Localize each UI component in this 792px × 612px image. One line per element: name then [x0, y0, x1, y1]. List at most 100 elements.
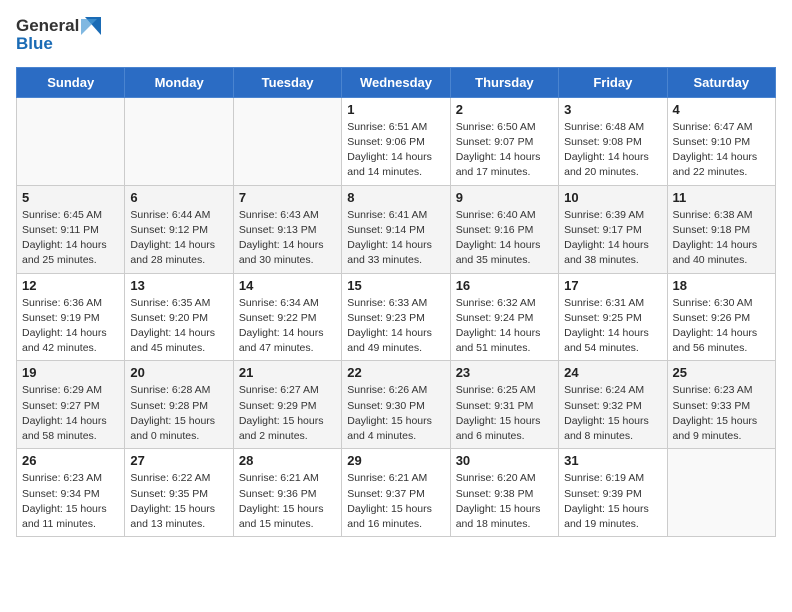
- day-info: Sunrise: 6:23 AM Sunset: 9:34 PM Dayligh…: [22, 471, 119, 532]
- calendar-week-row: 19Sunrise: 6:29 AM Sunset: 9:27 PM Dayli…: [17, 361, 776, 449]
- day-info: Sunrise: 6:39 AM Sunset: 9:17 PM Dayligh…: [564, 208, 661, 269]
- day-number: 27: [130, 453, 227, 468]
- day-info: Sunrise: 6:24 AM Sunset: 9:32 PM Dayligh…: [564, 383, 661, 444]
- day-info: Sunrise: 6:36 AM Sunset: 9:19 PM Dayligh…: [22, 296, 119, 357]
- weekday-header-wednesday: Wednesday: [342, 67, 450, 97]
- day-info: Sunrise: 6:28 AM Sunset: 9:28 PM Dayligh…: [130, 383, 227, 444]
- day-info: Sunrise: 6:23 AM Sunset: 9:33 PM Dayligh…: [673, 383, 770, 444]
- calendar-cell: 16 Sunrise: 6:32 AM Sunset: 9:24 PM Dayli…: [450, 273, 558, 361]
- calendar-cell: 27 Sunrise: 6:22 AM Sunset: 9:35 PM Dayli…: [125, 449, 233, 537]
- calendar-cell: [667, 449, 775, 537]
- calendar-cell: 28 Sunrise: 6:21 AM Sunset: 9:36 PM Dayli…: [233, 449, 341, 537]
- logo-blue: Blue: [16, 34, 101, 54]
- weekday-header-row: SundayMondayTuesdayWednesdayThursdayFrid…: [17, 67, 776, 97]
- day-number: 19: [22, 365, 119, 380]
- day-number: 15: [347, 278, 444, 293]
- day-number: 30: [456, 453, 553, 468]
- weekday-header-saturday: Saturday: [667, 67, 775, 97]
- calendar-cell: 7 Sunrise: 6:43 AM Sunset: 9:13 PM Daylig…: [233, 185, 341, 273]
- day-info: Sunrise: 6:51 AM Sunset: 9:06 PM Dayligh…: [347, 120, 444, 181]
- calendar-cell: 30Sunrise: 6:20 AM Sunset: 9:38 PM Dayli…: [450, 449, 558, 537]
- day-info: Sunrise: 6:25 AM Sunset: 9:31 PM Dayligh…: [456, 383, 553, 444]
- day-number: 28: [239, 453, 336, 468]
- day-info: Sunrise: 6:30 AM Sunset: 9:26 PM Dayligh…: [673, 296, 770, 357]
- calendar-cell: [233, 97, 341, 185]
- day-info: Sunrise: 6:41 AM Sunset: 9:14 PM Dayligh…: [347, 208, 444, 269]
- day-number: 6: [130, 190, 227, 205]
- day-info: Sunrise: 6:26 AM Sunset: 9:30 PM Dayligh…: [347, 383, 444, 444]
- weekday-header-friday: Friday: [559, 67, 667, 97]
- day-number: 1: [347, 102, 444, 117]
- day-info: Sunrise: 6:47 AM Sunset: 9:10 PM Dayligh…: [673, 120, 770, 181]
- day-number: 9: [456, 190, 553, 205]
- day-number: 7: [239, 190, 336, 205]
- day-number: 21: [239, 365, 336, 380]
- day-number: 29: [347, 453, 444, 468]
- day-number: 4: [673, 102, 770, 117]
- day-number: 24: [564, 365, 661, 380]
- calendar-cell: 6Sunrise: 6:44 AM Sunset: 9:12 PM Daylig…: [125, 185, 233, 273]
- logo: General Blue: [16, 16, 101, 55]
- day-info: Sunrise: 6:48 AM Sunset: 9:08 PM Dayligh…: [564, 120, 661, 181]
- page-header: General Blue: [16, 16, 776, 55]
- calendar-cell: [125, 97, 233, 185]
- day-info: Sunrise: 6:38 AM Sunset: 9:18 PM Dayligh…: [673, 208, 770, 269]
- day-number: 11: [673, 190, 770, 205]
- day-info: Sunrise: 6:21 AM Sunset: 9:36 PM Dayligh…: [239, 471, 336, 532]
- day-info: Sunrise: 6:33 AM Sunset: 9:23 PM Dayligh…: [347, 296, 444, 357]
- day-info: Sunrise: 6:34 AM Sunset: 9:22 PM Dayligh…: [239, 296, 336, 357]
- logo-text: General Blue: [16, 16, 101, 55]
- weekday-header-thursday: Thursday: [450, 67, 558, 97]
- calendar-cell: 8Sunrise: 6:41 AM Sunset: 9:14 PM Daylig…: [342, 185, 450, 273]
- day-number: 25: [673, 365, 770, 380]
- calendar-cell: 22 Sunrise: 6:26 AM Sunset: 9:30 PM Dayli…: [342, 361, 450, 449]
- weekday-header-sunday: Sunday: [17, 67, 125, 97]
- logo-triangle-icon: [81, 17, 101, 35]
- day-number: 22: [347, 365, 444, 380]
- calendar-cell: 17Sunrise: 6:31 AM Sunset: 9:25 PM Dayli…: [559, 273, 667, 361]
- day-number: 5: [22, 190, 119, 205]
- day-info: Sunrise: 6:32 AM Sunset: 9:24 PM Dayligh…: [456, 296, 553, 357]
- calendar-cell: 5 Sunrise: 6:45 AM Sunset: 9:11 PM Daylig…: [17, 185, 125, 273]
- logo-general: General: [16, 16, 79, 36]
- calendar-week-row: 12 Sunrise: 6:36 AM Sunset: 9:19 PM Dayli…: [17, 273, 776, 361]
- calendar-cell: 18 Sunrise: 6:30 AM Sunset: 9:26 PM Dayli…: [667, 273, 775, 361]
- calendar-cell: 15 Sunrise: 6:33 AM Sunset: 9:23 PM Dayli…: [342, 273, 450, 361]
- calendar-cell: 9 Sunrise: 6:40 AM Sunset: 9:16 PM Daylig…: [450, 185, 558, 273]
- calendar-cell: 14 Sunrise: 6:34 AM Sunset: 9:22 PM Dayli…: [233, 273, 341, 361]
- calendar-cell: 24 Sunrise: 6:24 AM Sunset: 9:32 PM Dayli…: [559, 361, 667, 449]
- day-info: Sunrise: 6:40 AM Sunset: 9:16 PM Dayligh…: [456, 208, 553, 269]
- calendar-cell: 4 Sunrise: 6:47 AM Sunset: 9:10 PM Daylig…: [667, 97, 775, 185]
- day-info: Sunrise: 6:43 AM Sunset: 9:13 PM Dayligh…: [239, 208, 336, 269]
- day-info: Sunrise: 6:22 AM Sunset: 9:35 PM Dayligh…: [130, 471, 227, 532]
- day-number: 18: [673, 278, 770, 293]
- calendar-cell: 1 Sunrise: 6:51 AM Sunset: 9:06 PM Daylig…: [342, 97, 450, 185]
- weekday-header-monday: Monday: [125, 67, 233, 97]
- calendar-cell: 23Sunrise: 6:25 AM Sunset: 9:31 PM Dayli…: [450, 361, 558, 449]
- day-number: 12: [22, 278, 119, 293]
- day-number: 16: [456, 278, 553, 293]
- weekday-header-tuesday: Tuesday: [233, 67, 341, 97]
- day-info: Sunrise: 6:50 AM Sunset: 9:07 PM Dayligh…: [456, 120, 553, 181]
- calendar-week-row: 1 Sunrise: 6:51 AM Sunset: 9:06 PM Daylig…: [17, 97, 776, 185]
- day-info: Sunrise: 6:45 AM Sunset: 9:11 PM Dayligh…: [22, 208, 119, 269]
- calendar-cell: 21Sunrise: 6:27 AM Sunset: 9:29 PM Dayli…: [233, 361, 341, 449]
- day-number: 10: [564, 190, 661, 205]
- day-number: 14: [239, 278, 336, 293]
- calendar-cell: 13Sunrise: 6:35 AM Sunset: 9:20 PM Dayli…: [125, 273, 233, 361]
- day-number: 3: [564, 102, 661, 117]
- day-info: Sunrise: 6:21 AM Sunset: 9:37 PM Dayligh…: [347, 471, 444, 532]
- calendar-cell: [17, 97, 125, 185]
- calendar-cell: 12 Sunrise: 6:36 AM Sunset: 9:19 PM Dayli…: [17, 273, 125, 361]
- calendar-cell: 25 Sunrise: 6:23 AM Sunset: 9:33 PM Dayli…: [667, 361, 775, 449]
- calendar-cell: 3 Sunrise: 6:48 AM Sunset: 9:08 PM Daylig…: [559, 97, 667, 185]
- calendar-cell: 26 Sunrise: 6:23 AM Sunset: 9:34 PM Dayli…: [17, 449, 125, 537]
- calendar-cell: 2 Sunrise: 6:50 AM Sunset: 9:07 PM Daylig…: [450, 97, 558, 185]
- calendar-cell: 29 Sunrise: 6:21 AM Sunset: 9:37 PM Dayli…: [342, 449, 450, 537]
- calendar-cell: 20Sunrise: 6:28 AM Sunset: 9:28 PM Dayli…: [125, 361, 233, 449]
- calendar-cell: 31Sunrise: 6:19 AM Sunset: 9:39 PM Dayli…: [559, 449, 667, 537]
- day-number: 31: [564, 453, 661, 468]
- day-number: 26: [22, 453, 119, 468]
- day-number: 2: [456, 102, 553, 117]
- calendar-week-row: 5 Sunrise: 6:45 AM Sunset: 9:11 PM Daylig…: [17, 185, 776, 273]
